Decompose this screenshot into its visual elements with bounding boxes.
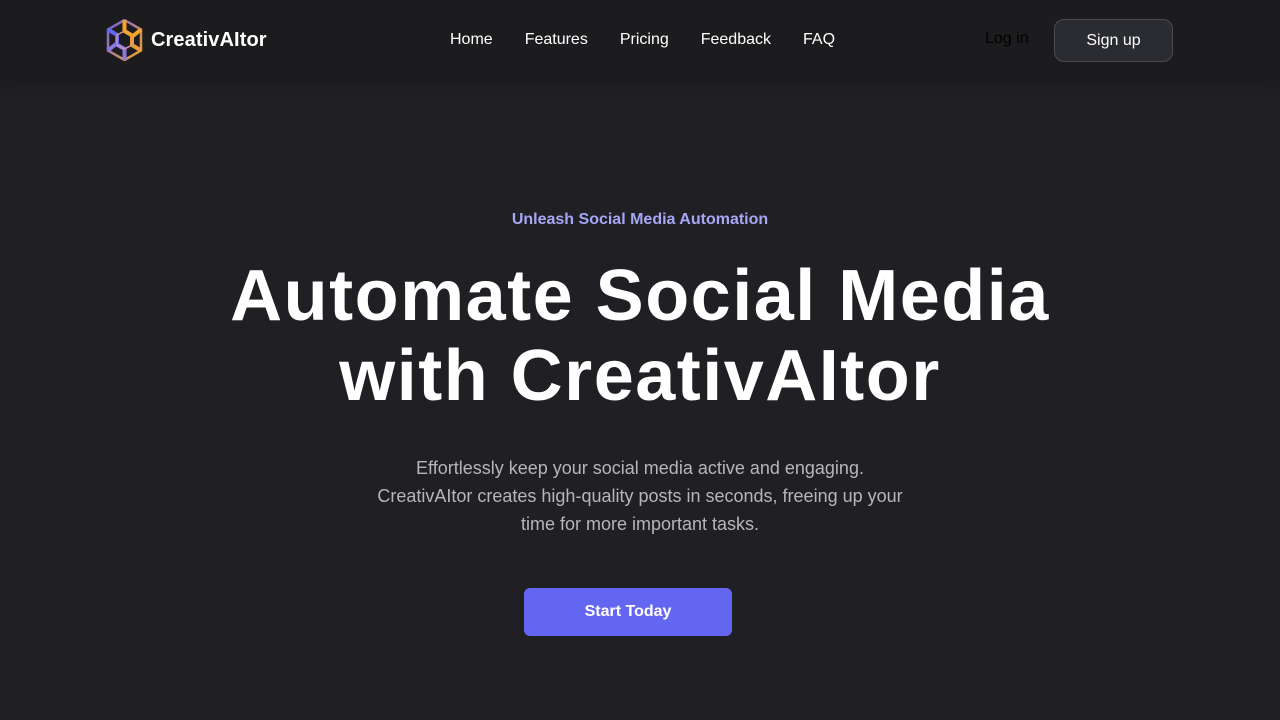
signup-button[interactable]: Sign up xyxy=(1054,19,1173,62)
start-today-button[interactable]: Start Today xyxy=(524,588,732,636)
nav-item-home[interactable]: Home xyxy=(450,31,493,49)
nav-item-pricing[interactable]: Pricing xyxy=(620,31,669,49)
hero-headline-line2: with CreativAItor xyxy=(339,336,941,416)
brand-name: CreativAItor xyxy=(151,28,267,51)
nav-item-faq[interactable]: FAQ xyxy=(803,31,835,49)
brand-link[interactable]: CreativAItor xyxy=(106,19,267,61)
hero-subtext: Effortlessly keep your social media acti… xyxy=(377,458,903,534)
login-link[interactable]: Log in xyxy=(985,30,1029,48)
top-navbar: CreativAItor Home Features Pricing Feedb… xyxy=(0,0,1280,80)
hero-eyebrow: Unleash Social Media Automation xyxy=(511,211,769,228)
nav-item-feedback[interactable]: Feedback xyxy=(701,31,771,49)
hero-headline-line1: Automate Social Media xyxy=(230,256,1050,336)
hero-section: Unleash Social Media Automation Automate… xyxy=(0,200,1280,636)
hexagon-logo-icon xyxy=(106,19,143,61)
nav-item-features[interactable]: Features xyxy=(525,31,588,49)
main-nav: Home Features Pricing Feedback FAQ xyxy=(450,28,835,52)
hero-headline: Automate Social Media with CreativAItor xyxy=(190,256,1090,416)
